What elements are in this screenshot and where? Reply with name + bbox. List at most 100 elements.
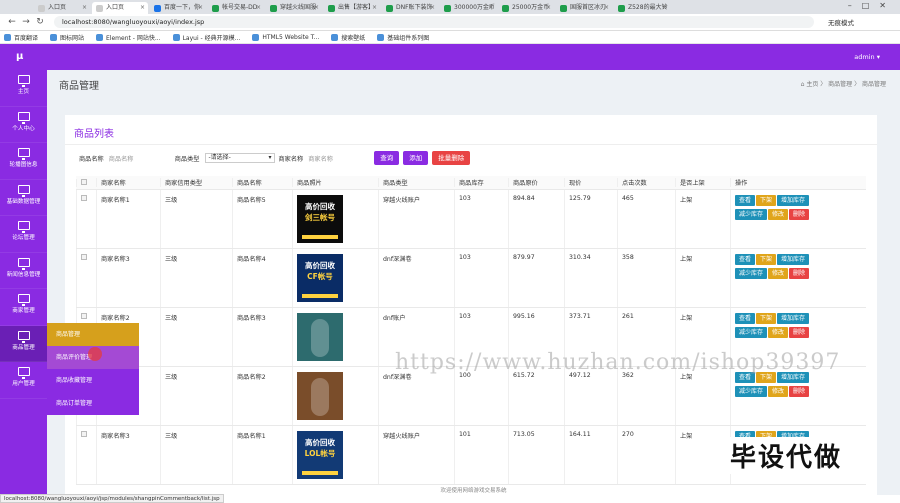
table-cell: 穿越火线账户	[378, 190, 454, 248]
delist-button[interactable]: 下架	[756, 313, 777, 324]
table-cell: 商品名称4	[232, 249, 292, 307]
row-checkbox[interactable]	[81, 195, 87, 201]
cell-text: dnf深渊卷	[383, 374, 412, 381]
bookmark-item[interactable]: 基础组件系列图	[377, 33, 429, 42]
user-menu[interactable]: admin ▾	[854, 53, 880, 61]
close-icon[interactable]: ×	[82, 2, 87, 14]
goods-type-select[interactable]: -请选择-	[204, 153, 275, 163]
reduce-stock-button[interactable]: 减少库存	[735, 268, 768, 279]
table-cell: 101	[454, 426, 508, 484]
header-label: 商品名称	[237, 180, 262, 187]
bookmark-item[interactable]: 图标网站	[50, 33, 84, 42]
header-label: 商品类型	[383, 180, 408, 187]
sidebar-item[interactable]: 商品管理	[0, 325, 47, 362]
browser-tab[interactable]: 帐号交易-DD ×	[208, 2, 264, 14]
browser-tab-strip: 入口页 × 入口页 × 百度一下，你 × 帐号交易-DD × 穿越火线国服 × 出售【游客】 × DNF…	[0, 0, 900, 14]
delist-button[interactable]: 下架	[756, 195, 777, 206]
reduce-stock-button[interactable]: 减少库存	[735, 209, 768, 220]
browser-tab[interactable]: 300000万金币 ×	[440, 2, 496, 14]
reduce-stock-button[interactable]: 减少库存	[735, 327, 768, 338]
close-icon[interactable]: ×	[372, 2, 377, 14]
sidebar-item[interactable]: 个人中心	[0, 107, 47, 143]
browser-tab[interactable]: DNF账下装饰 ×	[382, 2, 438, 14]
edit-button[interactable]: 修改	[768, 386, 789, 397]
incognito-indicator[interactable]: 无痕模式	[828, 17, 854, 27]
batch-delete-button[interactable]: 批量删除	[432, 151, 471, 165]
browser-tab[interactable]: 25000万金币 ×	[498, 2, 554, 14]
sidebar-item[interactable]: 主页	[0, 70, 47, 107]
close-icon[interactable]: ×	[314, 2, 319, 14]
edit-button[interactable]: 修改	[768, 268, 789, 279]
forward-icon[interactable]: →	[20, 17, 32, 27]
tab-favicon-icon	[154, 5, 161, 12]
browser-tab[interactable]: 入口页 ×	[34, 2, 90, 14]
close-icon[interactable]: ×	[546, 2, 551, 14]
header-label: 点击次数	[622, 180, 647, 187]
delete-button[interactable]: 删除	[789, 386, 810, 397]
delete-button[interactable]: 删除	[789, 327, 810, 338]
browser-tab[interactable]: Z528的最大铃 ×	[614, 2, 670, 14]
photo-band	[302, 235, 338, 239]
submenu-item[interactable]: 商品收藏管理	[47, 369, 139, 392]
sidebar-item[interactable]: 轮播图信息	[0, 143, 47, 180]
row-checkbox[interactable]	[81, 254, 87, 260]
table-cell: 358	[617, 249, 675, 307]
bookmark-item[interactable]: 搜索壁纸	[331, 33, 365, 42]
submenu-item[interactable]: 商品管理	[47, 323, 139, 346]
bookmark-item[interactable]: Element - 网站快...	[96, 33, 161, 42]
bookmark-label: Layui - 经典开源模...	[182, 34, 241, 42]
close-icon[interactable]: ×	[198, 2, 203, 14]
sidebar-item[interactable]: 商家管理	[0, 289, 47, 326]
bookmark-item[interactable]: HTML5 Website T...	[252, 33, 319, 41]
sidebar-item[interactable]: 基础数据管理	[0, 180, 47, 216]
cell-text: dnf账户	[383, 315, 406, 322]
submenu-item[interactable]: 商品订单管理	[47, 392, 139, 415]
row-checkbox[interactable]	[81, 313, 87, 319]
breadcrumb[interactable]: ⌂ 主页 〉 商品管理 〉 商品管理	[801, 79, 886, 88]
browser-tab[interactable]: 入口页 ×	[92, 2, 148, 14]
sidebar-item[interactable]: 新闻信息管理	[0, 253, 47, 289]
table-header-cell: 商家信用类型	[160, 178, 232, 187]
add-stock-button[interactable]: 增加库存	[777, 195, 810, 206]
view-button[interactable]: 查看	[735, 313, 756, 324]
close-icon[interactable]: ×	[140, 2, 145, 14]
bookmark-item[interactable]: 百度翻译	[4, 33, 38, 42]
browser-tab[interactable]: 百度一下，你 ×	[150, 2, 206, 14]
table-cell: 商家名称1	[96, 190, 160, 248]
view-button[interactable]: 查看	[735, 195, 756, 206]
photo-text-line: 高价回收	[305, 202, 335, 211]
reduce-stock-button[interactable]: 减少库存	[735, 386, 768, 397]
close-icon[interactable]: ×	[604, 2, 609, 14]
window-controls[interactable]: –□✕	[848, 1, 896, 10]
add-stock-button[interactable]: 增加库存	[777, 254, 810, 265]
back-icon[interactable]: ←	[6, 17, 18, 27]
url-input[interactable]: localhost:8080/wangluoyouxi/aoyi/index.j…	[54, 16, 814, 28]
table-cell: 商品名称3	[232, 308, 292, 366]
delete-button[interactable]: 删除	[789, 268, 810, 279]
select-all-checkbox[interactable]	[81, 178, 87, 185]
close-icon[interactable]: ×	[662, 2, 667, 14]
browser-tab[interactable]: 穿越火线国服 ×	[266, 2, 322, 14]
reload-icon[interactable]: ↻	[34, 17, 46, 27]
delete-button[interactable]: 删除	[789, 209, 810, 220]
goods-name-input[interactable]: 商品名称	[109, 154, 167, 163]
add-button[interactable]: 添加	[403, 151, 429, 165]
sidebar-item[interactable]: 用户管理	[0, 362, 47, 399]
merchant-name-input[interactable]: 商家名称	[308, 154, 366, 163]
bookmark-label: Element - 网站快...	[106, 34, 161, 42]
sidebar-item-label: 轮播图信息	[9, 162, 38, 168]
close-icon[interactable]: ×	[256, 2, 261, 14]
browser-tab[interactable]: 国服首区冰刃 ×	[556, 2, 612, 14]
bookmark-item[interactable]: Layui - 经典开源模...	[172, 33, 241, 42]
close-icon[interactable]: ×	[488, 2, 493, 14]
add-stock-button[interactable]: 增加库存	[777, 313, 810, 324]
browser-tab[interactable]: 出售【游客】 ×	[324, 2, 380, 14]
edit-button[interactable]: 修改	[768, 209, 789, 220]
query-button[interactable]: 查询	[374, 151, 400, 165]
row-checkbox[interactable]	[81, 431, 87, 437]
view-button[interactable]: 查看	[735, 254, 756, 265]
sidebar-item[interactable]: 论坛管理	[0, 216, 47, 253]
close-icon[interactable]: ×	[430, 2, 435, 14]
delist-button[interactable]: 下架	[756, 254, 777, 265]
edit-button[interactable]: 修改	[768, 327, 789, 338]
